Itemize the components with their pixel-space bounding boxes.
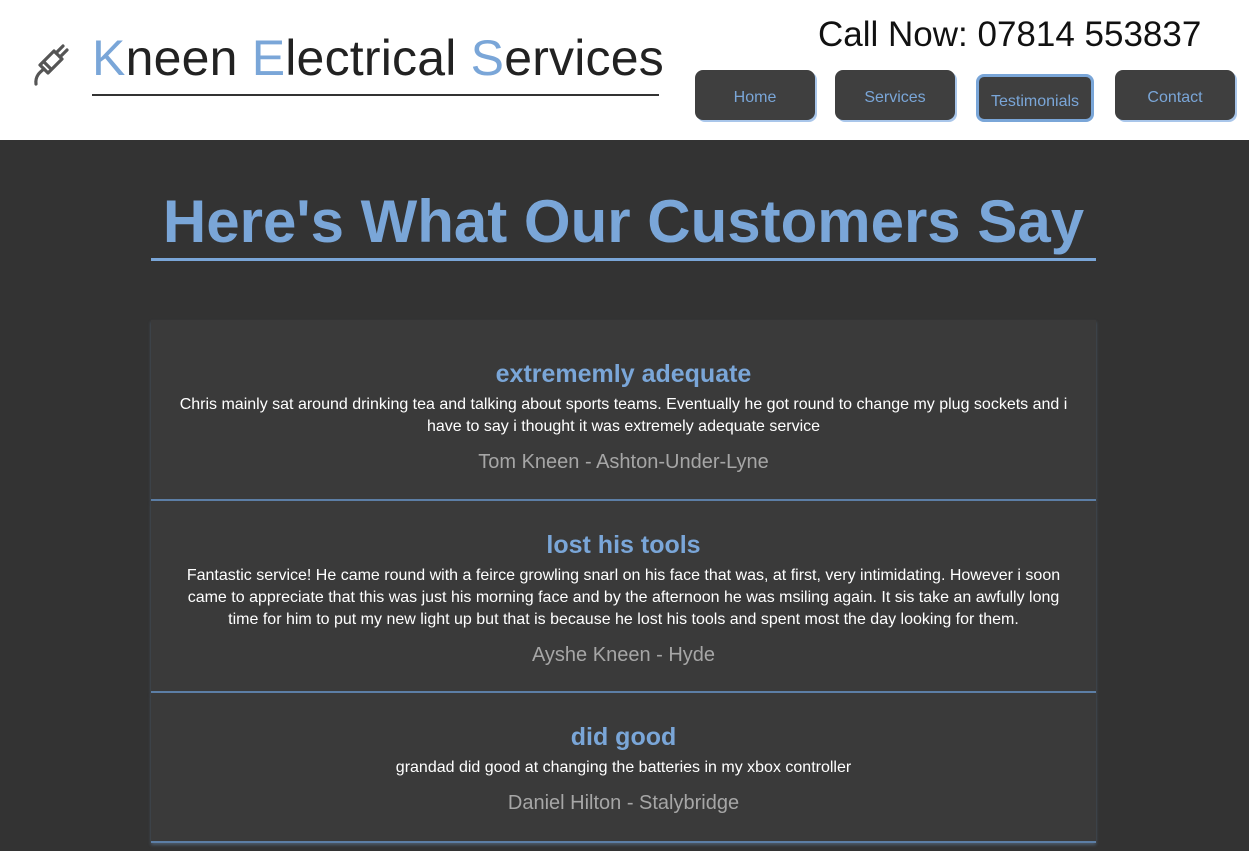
brand-letter-k: K	[92, 30, 126, 86]
brand-title[interactable]: Kneen Electrical Services	[92, 30, 664, 96]
nav-home-button[interactable]: Home	[695, 70, 815, 120]
testimonial-card: lost his tools Fantastic service! He cam…	[151, 501, 1096, 693]
nav-contact-button[interactable]: Contact	[1115, 70, 1235, 120]
testimonial-card: extrememly adequate Chris mainly sat aro…	[151, 320, 1096, 501]
plug-icon	[34, 44, 69, 86]
testimonial-card: did good grandad did good at changing th…	[151, 693, 1096, 843]
page-title: Here's What Our Customers Say	[151, 186, 1096, 261]
brand-word-services: ervices	[504, 30, 664, 86]
testimonial-title: lost his tools	[546, 531, 701, 559]
testimonial-text: Chris mainly sat around drinking tea and…	[179, 396, 1068, 435]
testimonial-text: grandad did good at changing the batteri…	[395, 759, 852, 776]
nav-testimonials-button[interactable]: Testimonials	[976, 74, 1094, 122]
testimonial-title: did good	[570, 723, 677, 751]
testimonials-list: extrememly adequate Chris mainly sat aro…	[151, 320, 1096, 843]
brand-word-electrical: lectrical	[285, 30, 471, 86]
brand-word-kneen: neen	[125, 30, 252, 86]
testimonial-author: Ayshe Kneen - Hyde	[531, 644, 716, 666]
testimonial-author: Tom Kneen - Ashton-Under-Lyne	[478, 451, 769, 473]
site-header: Kneen Electrical Services Call Now: 0781…	[0, 0, 1249, 140]
brand-letter-e: E	[251, 30, 286, 86]
testimonial-author: Daniel Hilton - Stalybridge	[507, 792, 740, 814]
nav-services-button[interactable]: Services	[835, 70, 955, 120]
testimonial-text: Fantastic service! He came round with a …	[186, 567, 1061, 628]
brand-letter-s: S	[470, 30, 505, 86]
phone-number[interactable]: Call Now: 07814 553837	[818, 14, 1201, 56]
testimonial-title: extrememly adequate	[495, 360, 752, 388]
